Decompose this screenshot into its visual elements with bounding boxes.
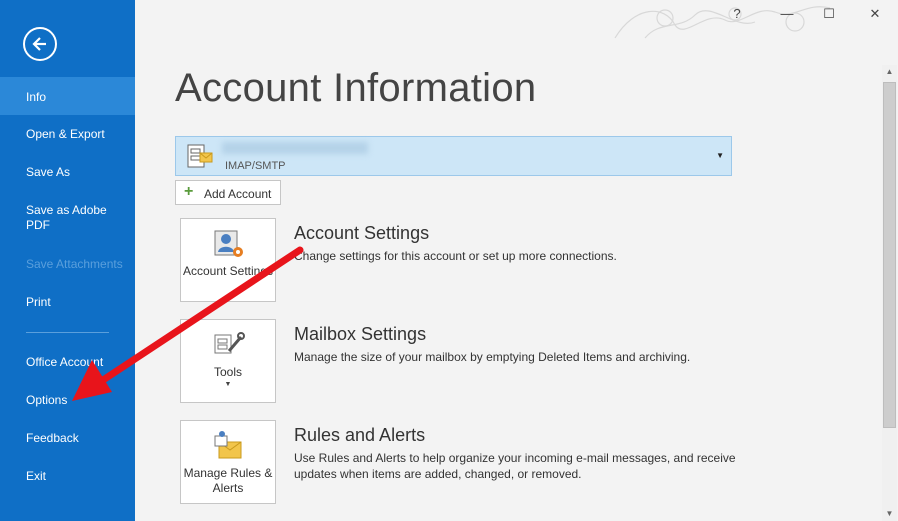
dropdown-caret-icon: ▼ <box>224 381 232 388</box>
account-name-blurred <box>222 142 368 154</box>
nav-divider <box>26 332 109 333</box>
nav-item-save-attachments: Save Attachments <box>26 257 123 271</box>
page-title: Account Information <box>175 66 537 110</box>
nav-item-office-account[interactable]: Office Account <box>0 355 135 370</box>
tools-icon <box>214 332 245 354</box>
scroll-down-icon[interactable]: ▼ <box>882 507 897 521</box>
scroll-up-icon[interactable]: ▲ <box>882 65 897 79</box>
title-decoration-icon <box>614 6 831 39</box>
tools-button[interactable]: Tools ▼ <box>180 319 276 403</box>
add-account-button[interactable]: + Add Account <box>175 180 281 205</box>
backstage-nav: Info Open & Export Save As Save as Adobe… <box>0 0 135 521</box>
nav-item-exit[interactable]: Exit <box>0 469 135 484</box>
nav-item-save-as-adobe-pdf[interactable]: Save as Adobe PDF <box>0 203 115 233</box>
rules-alerts-title: Rules and Alerts <box>294 425 426 445</box>
back-button[interactable] <box>23 27 57 61</box>
rules-alerts-icon <box>214 431 242 459</box>
vertical-scrollbar[interactable]: ▲ ▼ <box>882 65 897 521</box>
add-account-label: Add Account <box>204 187 272 201</box>
manage-rules-alerts-button[interactable]: Manage Rules & Alerts <box>180 420 276 504</box>
nav-item-save-as[interactable]: Save As <box>0 165 135 180</box>
account-settings-description: Change settings for this account or set … <box>294 249 617 263</box>
email-account-icon <box>187 144 213 168</box>
nav-item-print[interactable]: Print <box>0 295 135 310</box>
account-settings-button[interactable]: Account Settings <box>180 218 276 302</box>
account-settings-button-label: Account Settings <box>182 264 274 278</box>
content-area: ? — ☐ ✕ Account Information IMAP/SMTP ▼ … <box>135 0 898 521</box>
help-button[interactable]: ? <box>727 6 747 21</box>
close-button[interactable]: ✕ <box>865 6 885 22</box>
minimize-button[interactable]: — <box>777 6 797 21</box>
account-settings-icon <box>214 230 243 257</box>
account-type: IMAP/SMTP <box>225 160 286 172</box>
mailbox-settings-title: Mailbox Settings <box>294 324 427 344</box>
plus-icon: + <box>184 183 194 200</box>
manage-rules-alerts-button-label: Manage Rules & Alerts <box>183 466 273 495</box>
chevron-down-icon: ▼ <box>716 151 724 160</box>
account-settings-title: Account Settings <box>294 223 430 243</box>
nav-item-feedback[interactable]: Feedback <box>0 431 135 446</box>
nav-item-options[interactable]: Options <box>0 393 135 408</box>
maximize-button[interactable]: ☐ <box>819 6 839 22</box>
nav-item-open-export[interactable]: Open & Export <box>0 127 135 142</box>
scroll-thumb[interactable] <box>883 82 896 428</box>
account-dropdown[interactable]: IMAP/SMTP ▼ <box>175 136 732 176</box>
nav-item-info[interactable]: Info <box>0 77 135 115</box>
back-arrow-icon <box>32 37 46 51</box>
rules-alerts-description: Use Rules and Alerts to help organize yo… <box>294 451 736 481</box>
tools-button-label: Tools <box>213 365 242 379</box>
mailbox-settings-description: Manage the size of your mailbox by empty… <box>294 350 691 364</box>
